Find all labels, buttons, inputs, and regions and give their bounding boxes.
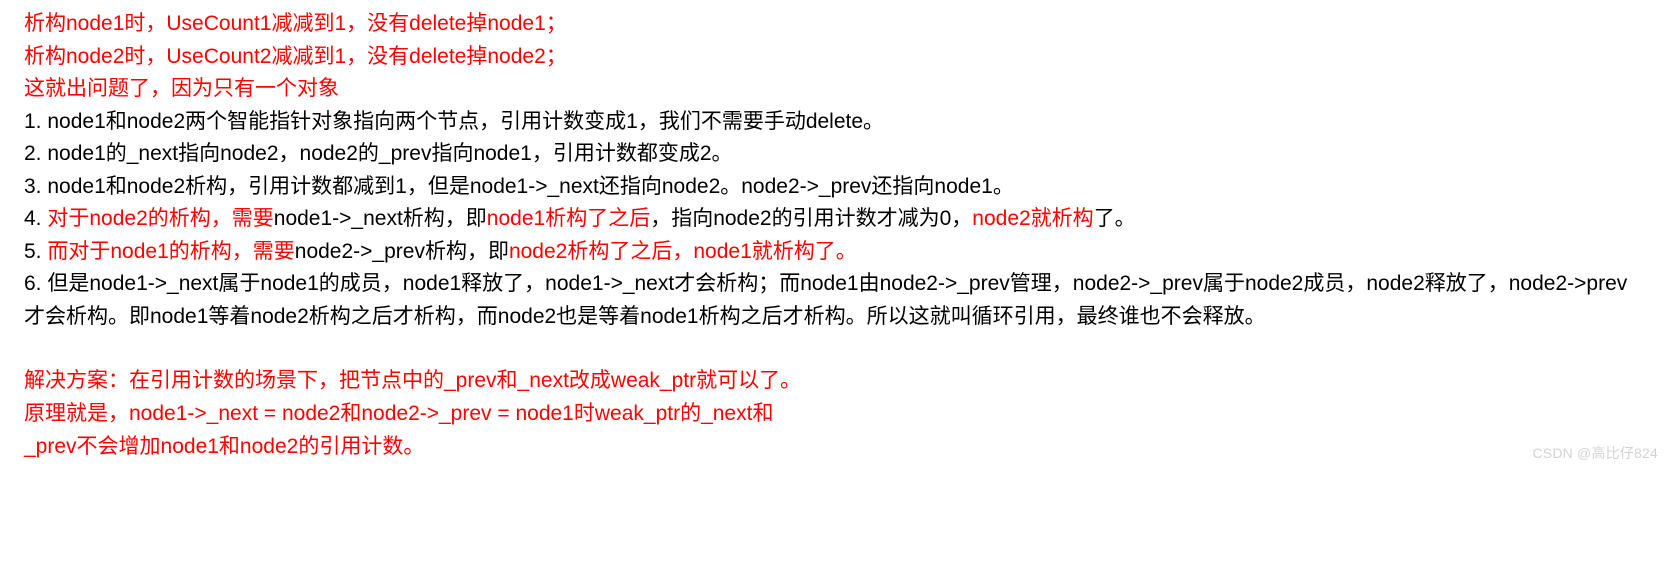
solution-line-3: _prev不会增加node1和node2的引用计数。 <box>24 431 1648 464</box>
list-item-6: 6. 但是node1->_next属于node1的成员，node1释放了，nod… <box>24 268 1648 333</box>
list-item-5: 5. 而对于node1的析构，需要node2->_prev析构，即node2析构… <box>24 236 1648 269</box>
list-num: 5. <box>24 240 47 263</box>
intro-line-1: 析构node1时，UseCount1减减到1，没有delete掉node1； <box>24 8 1648 41</box>
list-text: node1和node2两个智能指针对象指向两个节点，引用计数变成1，我们不需要手… <box>47 110 884 133</box>
list-text-part: node2就析构 <box>972 207 1093 230</box>
watermark: CSDN @高比仔824 <box>1532 443 1658 465</box>
list-text: node1的_next指向node2，node2的_prev指向node1，引用… <box>47 142 732 165</box>
list-text: node1和node2析构，引用计数都减到1，但是node1->_next还指向… <box>47 175 1013 198</box>
list-text-part: 了。 <box>1094 207 1136 230</box>
list-num: 1. <box>24 110 47 133</box>
solution-line-2: 原理就是，node1->_next = node2和node2->_prev =… <box>24 398 1648 431</box>
list-item-3: 3. node1和node2析构，引用计数都减到1，但是node1->_next… <box>24 171 1648 204</box>
list-num: 4. <box>24 207 47 230</box>
list-text-part: node2析构了之后，node1就析构了。 <box>509 240 857 263</box>
list-text-part: 而对于node1的析构，需要 <box>47 240 294 263</box>
intro-line-2: 析构node2时，UseCount2减减到1，没有delete掉node2； <box>24 41 1648 74</box>
list-num: 6. <box>24 272 47 295</box>
list-num: 2. <box>24 142 47 165</box>
list-item-4: 4. 对于node2的析构，需要node1->_next析构，即node1析构了… <box>24 203 1648 236</box>
list-text-part: ，指向node2的引用计数才减为0， <box>650 207 972 230</box>
list-item-1: 1. node1和node2两个智能指针对象指向两个节点，引用计数变成1，我们不… <box>24 106 1648 139</box>
list-text-part: node1析构了之后 <box>487 207 650 230</box>
list-text-part: 对于node2的析构，需要 <box>47 207 273 230</box>
solution-line-1: 解决方案：在引用计数的场景下，把节点中的_prev和_next改成weak_pt… <box>24 365 1648 398</box>
intro-line-3: 这就出问题了，因为只有一个对象 <box>24 73 1648 106</box>
list-text: 但是node1->_next属于node1的成员，node1释放了，node1-… <box>24 272 1627 328</box>
list-text-part: node2->_prev析构，即 <box>295 240 509 263</box>
list-item-2: 2. node1的_next指向node2，node2的_prev指向node1… <box>24 138 1648 171</box>
list-text-part: node1->_next析构，即 <box>274 207 487 230</box>
spacer <box>24 333 1648 365</box>
list-num: 3. <box>24 175 47 198</box>
